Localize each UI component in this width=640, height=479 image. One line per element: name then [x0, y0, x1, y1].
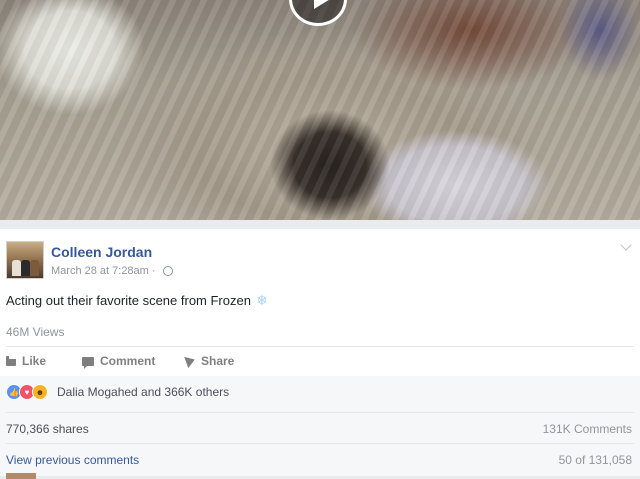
- share-label: Share: [201, 354, 235, 368]
- comment-label: Comment: [100, 354, 156, 368]
- post-meta: March 28 at 7:28am ·: [51, 265, 173, 277]
- stats-row: 770,366 shares 131K Comments: [6, 422, 632, 436]
- view-previous-comments-link[interactable]: View previous comments: [6, 453, 139, 467]
- comments-pagination: 50 of 131,058: [558, 453, 632, 467]
- meta-separator: ·: [151, 265, 156, 277]
- commenter-avatar[interactable]: [6, 473, 36, 479]
- post-timestamp[interactable]: March 28 at 7:28am: [51, 265, 149, 277]
- view-count: 46M Views: [6, 325, 65, 339]
- reaction-icons: 👍 ♥ ☻: [6, 384, 48, 400]
- share-icon: [184, 353, 197, 369]
- post-text: Acting out their favorite scene from Fro…: [6, 292, 268, 309]
- reactions-summary[interactable]: 👍 ♥ ☻ Dalia Mogahed and 366K others: [6, 384, 229, 400]
- author-name[interactable]: Colleen Jordan: [51, 244, 152, 260]
- comments-section: 👍 ♥ ☻ Dalia Mogahed and 366K others 770,…: [0, 376, 640, 476]
- globe-icon: [162, 266, 173, 276]
- reaction-names[interactable]: Dalia Mogahed and 366K others: [57, 385, 229, 399]
- thumbs-up-icon: [6, 356, 16, 366]
- snowflake-icon: ❄: [255, 292, 268, 308]
- post-body: Acting out their favorite scene from Fro…: [6, 293, 251, 308]
- comments-nav: View previous comments 50 of 131,058: [6, 453, 632, 467]
- video-frame: [0, 0, 640, 220]
- comment-button[interactable]: Comment: [82, 354, 156, 369]
- like-button[interactable]: Like: [6, 354, 46, 368]
- divider: [6, 443, 634, 444]
- divider: [6, 412, 634, 413]
- video-player[interactable]: [0, 0, 640, 220]
- shares-count[interactable]: 770,366 shares: [6, 422, 89, 436]
- chevron-down-icon[interactable]: [620, 239, 632, 251]
- comment-icon: [82, 356, 94, 369]
- author-avatar[interactable]: [6, 241, 44, 279]
- like-label: Like: [22, 354, 47, 368]
- haha-icon: ☻: [32, 384, 48, 400]
- share-button[interactable]: Share: [184, 353, 235, 369]
- post-card: Colleen Jordan March 28 at 7:28am · Acti…: [0, 229, 640, 479]
- comments-count[interactable]: 131K Comments: [543, 422, 632, 436]
- action-bar: Like Comment Share: [0, 347, 640, 375]
